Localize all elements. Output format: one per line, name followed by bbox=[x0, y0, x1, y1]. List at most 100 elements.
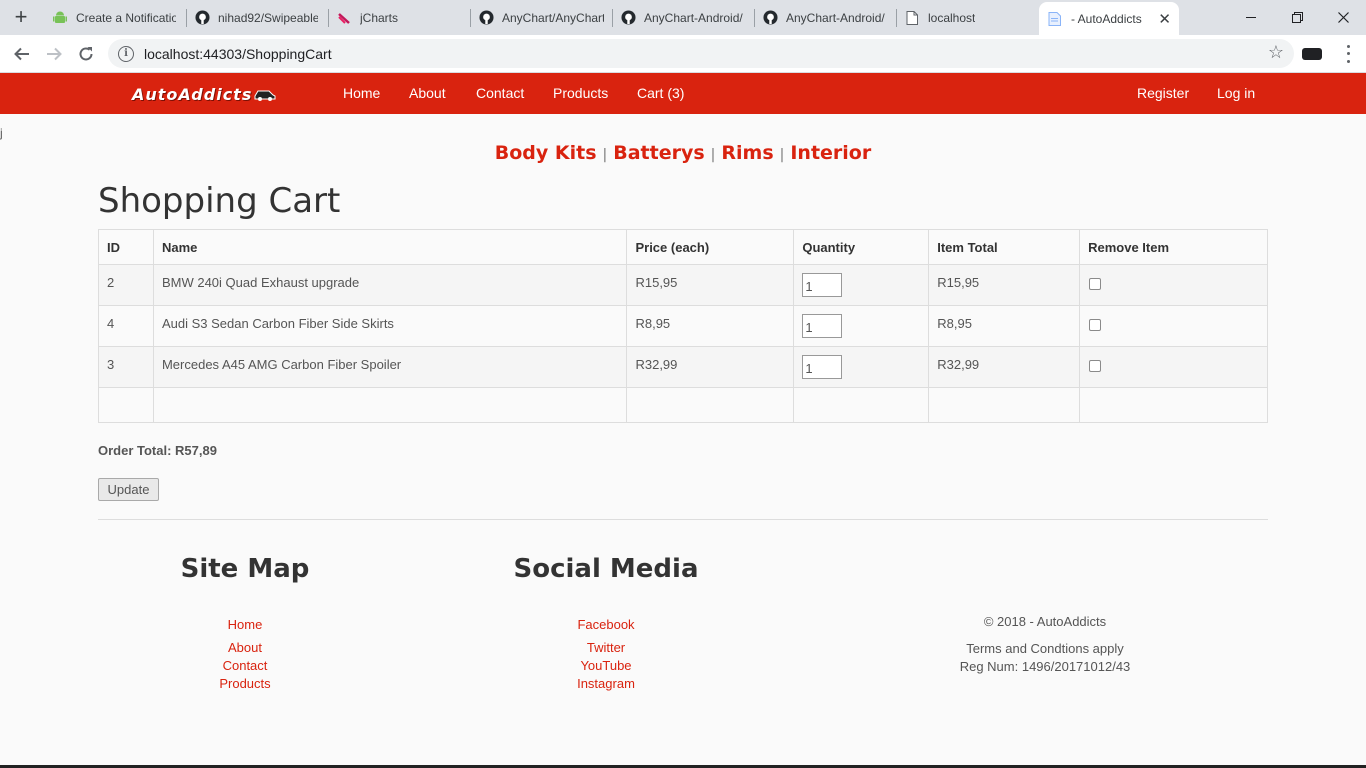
bookmark-star-icon[interactable]: ☆ bbox=[1268, 42, 1284, 63]
browser-tab-active[interactable]: - AutoAddicts ✕ bbox=[1039, 2, 1179, 35]
tab-title: localhost bbox=[928, 10, 976, 25]
page-title: Shopping Cart bbox=[98, 181, 341, 221]
tab-title: nihad92/Swipeable bbox=[218, 10, 318, 25]
browser-tab[interactable]: AnyChart-Android/ bbox=[754, 0, 896, 35]
footer-link-facebook[interactable]: Facebook bbox=[506, 617, 706, 632]
tab-title: - AutoAddicts bbox=[1071, 11, 1142, 26]
cell-id: 2 bbox=[98, 264, 154, 306]
nav-home[interactable]: Home bbox=[343, 85, 380, 101]
cell-remove bbox=[1079, 264, 1268, 306]
header-id: ID bbox=[98, 229, 154, 265]
minimize-icon[interactable] bbox=[1228, 0, 1274, 35]
github-icon bbox=[762, 10, 778, 26]
cell-item-total: R32,99 bbox=[928, 346, 1081, 388]
page-icon bbox=[1047, 11, 1063, 27]
header-name: Name bbox=[152, 229, 628, 265]
table-header-row: ID Name Price (each) Quantity Item Total… bbox=[98, 229, 1268, 265]
url-text: localhost:44303/ShoppingCart bbox=[144, 45, 332, 62]
cell-quantity bbox=[793, 305, 930, 347]
update-button[interactable]: Update bbox=[98, 478, 159, 501]
cell-remove bbox=[1079, 305, 1268, 347]
cell-price: R32,99 bbox=[626, 346, 795, 388]
nav-cart[interactable]: Cart (3) bbox=[637, 85, 684, 101]
table-row: 2 BMW 240i Quad Exhaust upgrade R15,95 R… bbox=[98, 264, 1268, 306]
footer-link-twitter[interactable]: Twitter bbox=[506, 640, 706, 655]
footer-link-instagram[interactable]: Instagram bbox=[506, 676, 706, 691]
back-arrow-icon[interactable] bbox=[9, 41, 35, 67]
footer-link-products[interactable]: Products bbox=[170, 676, 320, 691]
social-media-heading: Social Media bbox=[513, 554, 699, 584]
page-icon bbox=[904, 10, 920, 26]
car-icon bbox=[254, 90, 276, 101]
browser-menu-icon[interactable] bbox=[1338, 43, 1358, 65]
address-bar[interactable]: i localhost:44303/ShoppingCart ☆ bbox=[108, 39, 1294, 68]
browser-tab[interactable]: AnyChart-Android/ bbox=[612, 0, 754, 35]
table-row: 4 Audi S3 Sedan Carbon Fiber Side Skirts… bbox=[98, 305, 1268, 347]
browser-tab[interactable]: Create a Notificatio bbox=[44, 0, 184, 35]
footer-link-youtube[interactable]: YouTube bbox=[506, 658, 706, 673]
forward-arrow-icon[interactable] bbox=[41, 41, 67, 67]
cell-item-total: R8,95 bbox=[928, 305, 1081, 347]
nav-login[interactable]: Log in bbox=[1217, 85, 1255, 101]
quantity-input[interactable] bbox=[802, 273, 843, 297]
divider bbox=[98, 519, 1268, 520]
nav-register[interactable]: Register bbox=[1137, 85, 1189, 101]
table-row: 3 Mercedes A45 AMG Carbon Fiber Spoiler … bbox=[98, 346, 1268, 388]
browser-tab[interactable]: jCharts bbox=[328, 0, 468, 35]
github-icon bbox=[620, 10, 636, 26]
order-total: Order Total: R57,89 bbox=[98, 443, 217, 458]
tab-title: AnyChart-Android/ bbox=[644, 10, 743, 25]
cell-item-total: R15,95 bbox=[928, 264, 1081, 306]
header-quantity: Quantity bbox=[793, 229, 930, 265]
browser-tab[interactable]: nihad92/Swipeable bbox=[186, 0, 326, 35]
quantity-input[interactable] bbox=[802, 355, 843, 379]
category-interior[interactable]: Interior bbox=[790, 142, 871, 164]
remove-item-checkbox[interactable] bbox=[1089, 278, 1102, 290]
footer-site-map: Site Map Home About Contact Products bbox=[170, 554, 320, 704]
github-icon bbox=[478, 10, 494, 26]
nav-contact[interactable]: Contact bbox=[476, 85, 524, 101]
quantity-input[interactable] bbox=[802, 314, 843, 338]
nav-products[interactable]: Products bbox=[553, 85, 608, 101]
browser-tab[interactable]: localhost bbox=[896, 0, 1036, 35]
category-batterys[interactable]: Batterys bbox=[613, 142, 704, 164]
footer-link-about[interactable]: About bbox=[170, 640, 320, 655]
extension-icon[interactable] bbox=[1302, 48, 1322, 60]
category-rims[interactable]: Rims bbox=[721, 142, 773, 164]
footer-link-contact[interactable]: Contact bbox=[170, 658, 320, 673]
tab-title: AnyChart/AnyChart bbox=[502, 10, 604, 25]
nav-about[interactable]: About bbox=[409, 85, 446, 101]
remove-item-checkbox[interactable] bbox=[1089, 360, 1102, 372]
cell-id: 3 bbox=[98, 346, 154, 388]
cart-table: ID Name Price (each) Quantity Item Total… bbox=[98, 229, 1268, 423]
footer-copyright: © 2018 - AutoAddicts bbox=[983, 614, 1107, 629]
close-tab-icon[interactable]: ✕ bbox=[1152, 10, 1171, 28]
brand-text: AutoAddicts bbox=[132, 84, 253, 104]
close-window-icon[interactable] bbox=[1320, 0, 1366, 35]
browser-tab[interactable]: AnyChart/AnyChart bbox=[470, 0, 612, 35]
brand-logo[interactable]: AutoAddicts bbox=[132, 82, 276, 106]
site-map-heading: Site Map bbox=[180, 554, 310, 584]
cell-quantity bbox=[793, 346, 930, 388]
footer-terms: Terms and Condtions apply bbox=[966, 641, 1124, 656]
info-icon[interactable]: i bbox=[118, 45, 134, 62]
category-separator: | bbox=[602, 147, 608, 163]
category-links: Body Kits | Batterys | Rims | Interior bbox=[0, 142, 1366, 164]
android-icon bbox=[52, 10, 68, 26]
tab-title: AnyChart-Android/ bbox=[786, 10, 885, 25]
remove-item-checkbox[interactable] bbox=[1089, 319, 1102, 331]
restore-icon[interactable] bbox=[1274, 0, 1320, 35]
footer-link-home[interactable]: Home bbox=[170, 617, 320, 632]
category-separator: | bbox=[710, 147, 716, 163]
reload-icon[interactable] bbox=[73, 41, 99, 67]
category-separator: | bbox=[779, 147, 785, 163]
tab-title: jCharts bbox=[360, 10, 399, 25]
cell-price: R15,95 bbox=[626, 264, 795, 306]
cell-price: R8,95 bbox=[626, 305, 795, 347]
site-navbar: AutoAddicts Home About Contact Products … bbox=[0, 73, 1366, 114]
new-tab-button[interactable]: + bbox=[8, 6, 34, 30]
cell-quantity bbox=[793, 264, 930, 306]
cell-name: Mercedes A45 AMG Carbon Fiber Spoiler bbox=[152, 346, 628, 388]
category-body-kits[interactable]: Body Kits bbox=[495, 142, 597, 164]
footer-social-media: Social Media Facebook Twitter YouTube In… bbox=[506, 554, 706, 704]
